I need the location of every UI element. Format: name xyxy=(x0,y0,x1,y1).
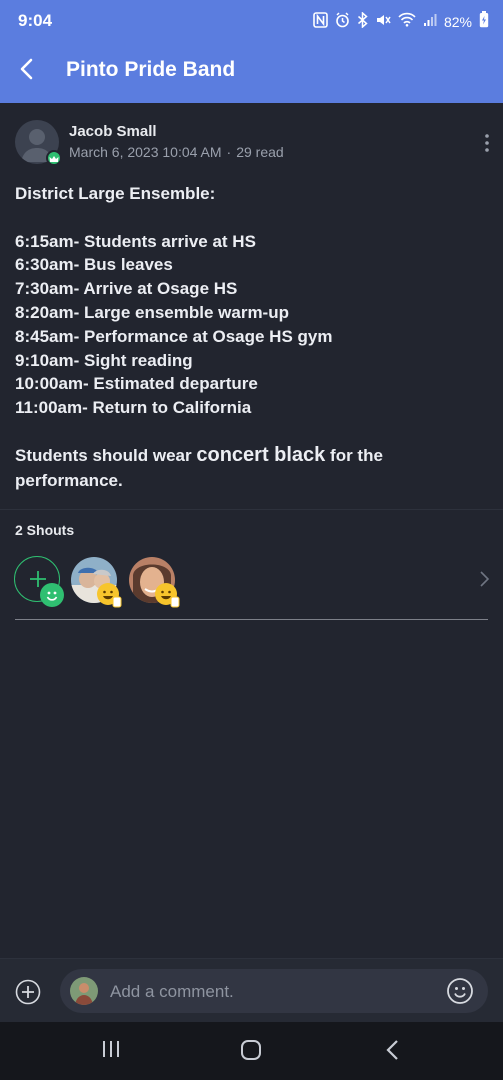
system-back-button[interactable] xyxy=(384,1039,402,1066)
post-date: March 6, 2023 10:04 AM xyxy=(69,144,222,160)
battery-icon xyxy=(479,11,489,32)
author-name[interactable]: Jacob Small xyxy=(69,123,157,140)
divider xyxy=(15,619,488,620)
chevron-left-icon xyxy=(20,58,33,80)
post-meta: March 6, 2023 10:04 AM · 29 read xyxy=(69,144,284,160)
schedule-item: 8:45am- Performance at Osage HS gym xyxy=(15,326,333,346)
chevron-right-icon xyxy=(480,571,490,587)
bluetooth-icon xyxy=(357,10,368,32)
crown-icon xyxy=(46,150,62,166)
emoji-button[interactable] xyxy=(446,977,474,1005)
recent-apps-button[interactable] xyxy=(101,1039,121,1064)
post-closing: Students should wear concert black for t… xyxy=(15,443,485,493)
schedule-item: 10:00am- Estimated departure xyxy=(15,374,258,394)
post-body: District Large Ensemble: 6:15am- Student… xyxy=(15,182,485,420)
signal-icon xyxy=(423,13,437,31)
closing-emphasis: concert black xyxy=(196,444,326,466)
shouts-count[interactable]: 2 Shouts xyxy=(15,522,74,538)
status-bar: 9:04 82% xyxy=(0,0,503,42)
alarm-icon xyxy=(335,11,350,32)
add-shout-button[interactable] xyxy=(14,556,64,607)
post-header: Jacob Small March 6, 2023 10:04 AM · 29 re… xyxy=(0,103,503,173)
mute-icon xyxy=(375,12,391,32)
thumbs-up-emoji-icon xyxy=(97,583,122,608)
meta-separator: · xyxy=(226,144,232,160)
smiley-icon xyxy=(447,978,473,1004)
schedule-item: 6:15am- Students arrive at HS xyxy=(15,231,256,251)
home-icon xyxy=(241,1040,261,1060)
comment-bar: Add a comment. xyxy=(0,958,503,1022)
nfc-icon xyxy=(313,11,328,32)
system-nav-bar xyxy=(0,1022,503,1080)
comment-placeholder: Add a comment. xyxy=(110,982,234,1001)
recent-apps-icon xyxy=(103,1041,119,1057)
schedule-item: 8:20am- Large ensemble warm-up xyxy=(15,302,289,322)
page-title: Pinto Pride Band xyxy=(66,58,236,81)
smiley-icon xyxy=(40,583,64,607)
status-time: 9:04 xyxy=(18,11,53,30)
more-options-button[interactable] xyxy=(483,133,491,153)
status-icons: 82% xyxy=(313,10,489,32)
read-count[interactable]: 29 read xyxy=(236,144,283,160)
add-attachment-button[interactable] xyxy=(15,979,41,1005)
more-vertical-icon xyxy=(485,134,489,152)
closing-text-pre: Students should wear xyxy=(15,446,197,465)
home-button[interactable] xyxy=(240,1039,262,1066)
schedule-item: 11:00am- Return to California xyxy=(15,398,252,418)
schedule-item: 6:30am- Bus leaves xyxy=(15,255,173,275)
user-avatar xyxy=(70,977,98,1005)
thumbs-up-emoji-icon xyxy=(155,583,180,608)
divider xyxy=(0,509,503,510)
post-heading: District Large Ensemble: xyxy=(15,184,216,203)
shouts-more-button[interactable] xyxy=(477,570,491,588)
plus-circle-icon xyxy=(15,979,41,1005)
schedule-item: 9:10am- Sight reading xyxy=(15,350,193,370)
app-header: 9:04 82% Pinto Pride Band xyxy=(0,0,503,103)
back-button[interactable] xyxy=(14,55,42,83)
battery-percent: 82% xyxy=(443,13,472,30)
back-arrow-icon xyxy=(386,1040,398,1060)
comment-input[interactable]: Add a comment. xyxy=(60,969,488,1013)
wifi-icon xyxy=(398,12,416,31)
schedule-item: 7:30am- Arrive at Osage HS xyxy=(15,279,238,299)
